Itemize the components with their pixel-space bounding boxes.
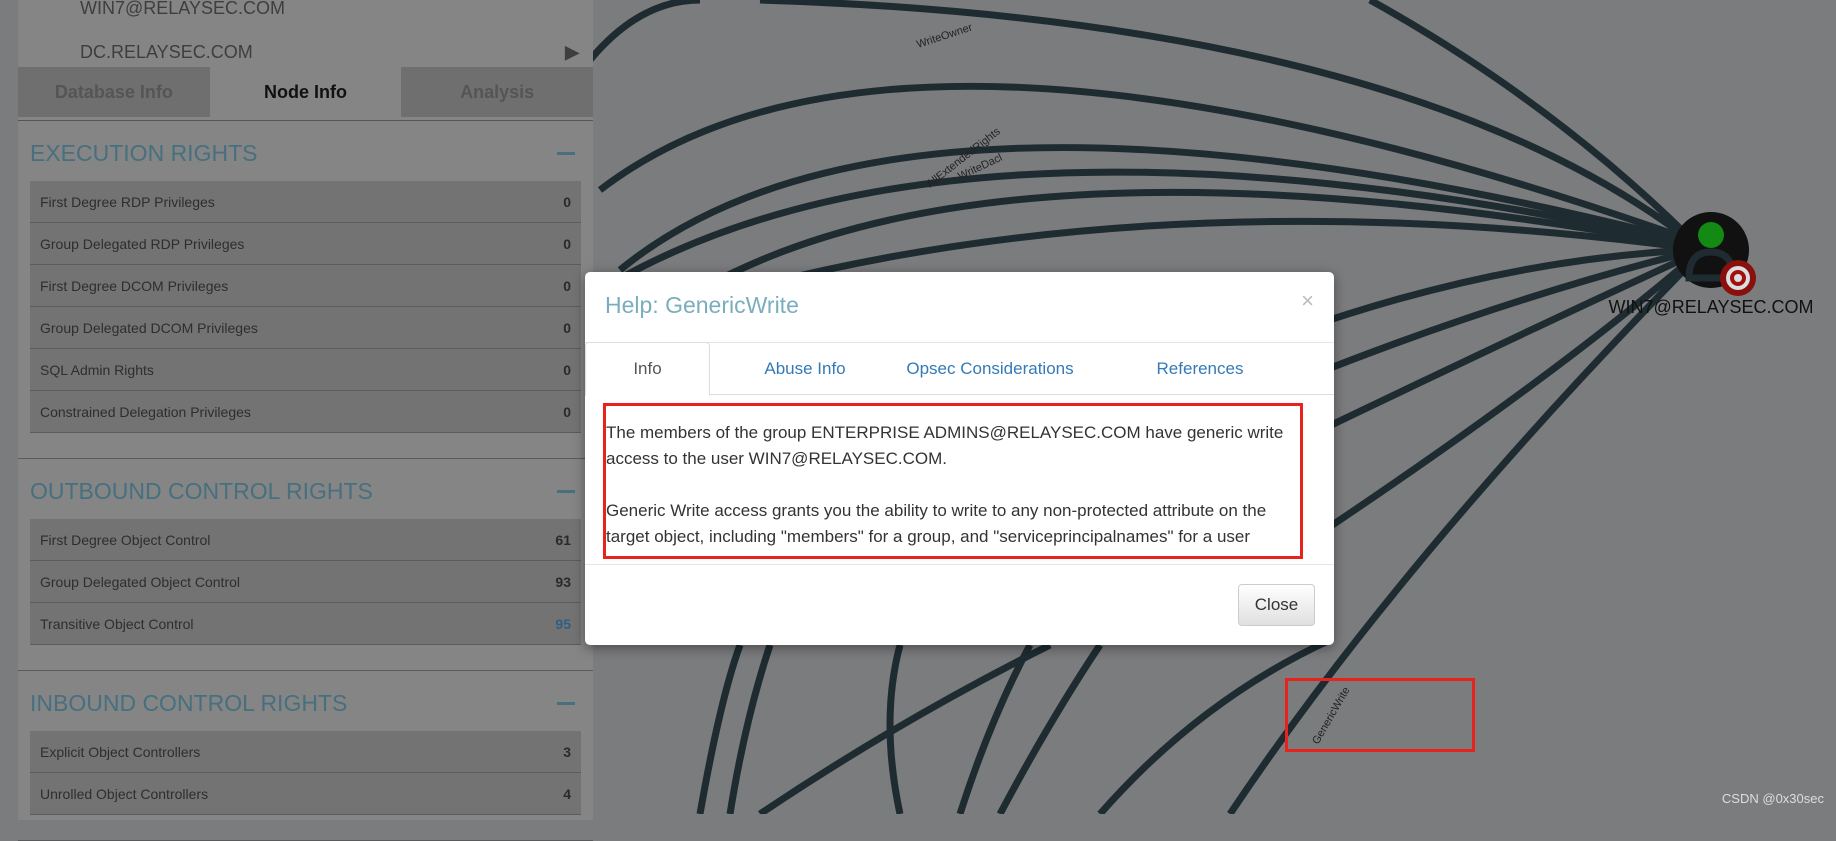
stat-label: Group Delegated Object Control [40,573,240,590]
stat-row[interactable]: First Degree Object Control 61 [30,519,581,561]
stat-value[interactable]: 93 [555,574,571,590]
stat-row[interactable]: First Degree DCOM Privileges 0 [30,265,581,307]
stat-label: Constrained Delegation Privileges [40,403,251,420]
sidebar-tabs: Database Info Node Info Analysis [18,67,594,117]
stat-label: Group Delegated RDP Privileges [40,235,245,252]
close-button[interactable]: Close [1238,584,1315,626]
info-paragraph: Generic Write access grants you the abil… [606,501,1267,546]
stat-value[interactable]: 61 [555,532,571,548]
edge[interactable] [758,641,1052,814]
stat-row[interactable]: Constrained Delegation Privileges 0 [30,391,581,433]
edge-label-writeowner: WriteOwner [915,21,974,50]
modal-footer-divider [585,564,1334,565]
user-node[interactable] [1673,212,1756,296]
collapse-icon[interactable] [557,701,575,705]
stat-label: SQL Admin Rights [40,361,154,378]
tab-analysis[interactable]: Analysis [401,67,594,117]
stat-row[interactable]: Explicit Object Controllers 3 [30,731,581,773]
collapse-icon[interactable] [557,489,575,493]
section-title: EXECUTION RIGHTS [30,139,258,166]
section-title: OUTBOUND CONTROL RIGHTS [30,477,373,504]
edge[interactable] [726,643,774,814]
modal-info-text: The members of the group ENTERPRISE ADMI… [603,403,1303,559]
stat-label: Group Delegated DCOM Privileges [40,319,258,336]
stat-label: First Degree DCOM Privileges [40,277,229,294]
stat-value[interactable]: 0 [563,278,571,294]
stat-value[interactable]: 0 [563,236,571,252]
sidebar-panel: WIN7@RELAYSEC.COM DC.RELAYSEC.COM ▶ Data… [18,0,594,841]
section: INBOUND CONTROL RIGHTS Explicit Object Co… [18,671,593,841]
node-info-sections[interactable]: EXECUTION RIGHTS First Degree RDP Privile… [18,120,593,841]
stat-row[interactable]: Transitive Object Control 95 [30,603,581,645]
user-icon [1698,222,1724,248]
modal-title: Help: GenericWrite [605,292,799,318]
stat-row[interactable]: SQL Admin Rights 0 [30,349,581,391]
play-icon[interactable]: ▶ [565,42,579,63]
tab-node-info[interactable]: Node Info [209,67,402,117]
tab-info[interactable]: Info [585,342,710,396]
stat-value[interactable]: 3 [563,744,571,760]
section: EXECUTION RIGHTS First Degree RDP Privile… [18,121,593,459]
collapse-icon[interactable] [557,151,575,155]
stat-label: Transitive Object Control [40,615,194,632]
stat-row[interactable]: First Degree RDP Privileges 0 [30,181,581,223]
target-icon [1720,260,1756,296]
tab-database-info[interactable]: Database Info [18,67,210,117]
stat-row[interactable]: Unrolled Object Controllers 4 [30,773,581,815]
stat-row[interactable]: Group Delegated DCOM Privileges 0 [30,307,581,349]
highlight-box [1285,678,1475,752]
stat-row[interactable]: Group Delegated RDP Privileges 0 [30,223,581,265]
section-title: INBOUND CONTROL RIGHTS [30,689,348,716]
stat-value[interactable]: 0 [563,404,571,420]
tab-references[interactable]: References [1105,343,1295,396]
node-row-label: WIN7@RELAYSEC.COM [80,0,285,18]
section: OUTBOUND CONTROL RIGHTS First Degree Obje… [18,459,593,671]
info-paragraph: The members of the group ENTERPRISE ADMI… [606,423,1284,468]
stat-value[interactable]: 95 [555,616,571,632]
stat-row[interactable]: Group Delegated Object Control 93 [30,561,581,603]
stat-label: First Degree Object Control [40,531,211,548]
modal-tabs: Info Abuse Info Opsec Considerations Ref… [585,342,1334,396]
stat-value[interactable]: 0 [563,194,571,210]
stat-value[interactable]: 4 [563,786,571,802]
tab-opsec-considerations[interactable]: Opsec Considerations [900,343,1080,396]
stat-label: Unrolled Object Controllers [40,785,209,802]
node-row-label: DC.RELAYSEC.COM [80,42,253,62]
stat-value[interactable]: 0 [563,320,571,336]
tab-abuse-info[interactable]: Abuse Info [710,343,900,396]
edge[interactable] [587,0,701,63]
edge[interactable] [1298,246,1691,334]
stat-label: First Degree RDP Privileges [40,193,215,210]
help-modal: Help: GenericWrite × Info Abuse Info Ops… [585,272,1334,645]
watermark: CSDN @0x30sec [1721,791,1824,806]
stat-label: Explicit Object Controllers [40,743,201,760]
target-node-label: WIN7@RELAYSEC.COM [1608,297,1814,317]
close-icon[interactable]: × [1301,288,1314,314]
node-row-win7[interactable]: WIN7@RELAYSEC.COM [18,0,593,30]
stat-value[interactable]: 0 [563,362,571,378]
